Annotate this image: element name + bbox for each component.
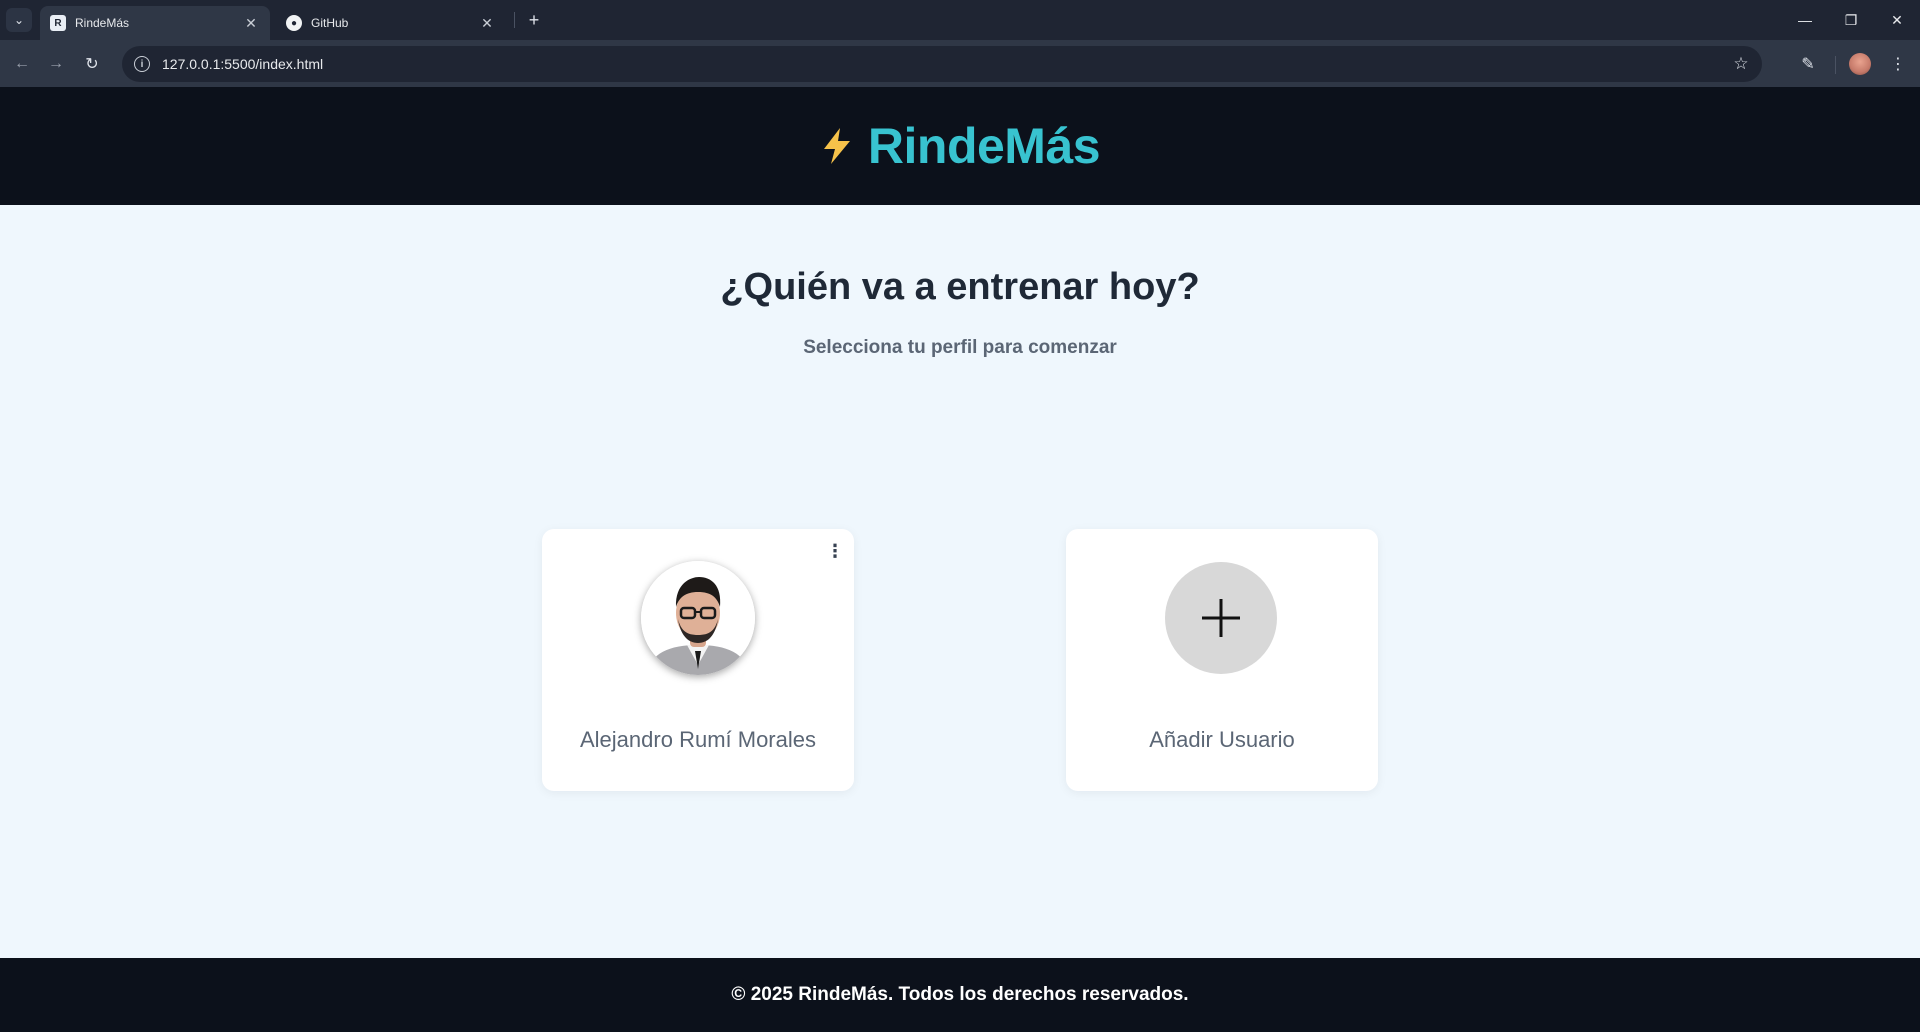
tab-list-button[interactable]: ⌄ (6, 8, 32, 32)
forward-icon: → (48, 55, 64, 72)
site-header: RindeMás (0, 87, 1920, 205)
browser-menu-button[interactable]: ⋮ (1884, 50, 1912, 78)
reload-icon: ↻ (85, 56, 99, 73)
brand-logo[interactable]: RindeMás (820, 117, 1101, 175)
plus-icon: + (528, 9, 540, 30)
profile-photo (641, 561, 755, 675)
footer-text: © 2025 RindeMás. Todos los derechos rese… (731, 984, 1189, 1005)
new-tab-button[interactable]: + (520, 8, 548, 32)
address-bar[interactable]: i 127.0.0.1:5500/index.html ☆ (122, 46, 1762, 82)
page-title: ¿Quién va a entrenar hoy? (720, 266, 1200, 308)
close-icon[interactable]: ✕ (242, 14, 260, 32)
site-footer: © 2025 RindeMás. Todos los derechos rese… (0, 958, 1920, 1032)
profile-button[interactable] (1846, 50, 1874, 78)
profile-options-button[interactable]: ⋮ (826, 539, 844, 563)
forward-button[interactable]: → (42, 50, 70, 78)
avatar (1849, 53, 1871, 75)
kebab-menu-icon: ⋮ (826, 540, 844, 561)
browser-tab-strip: ⌄ R RindeMás ✕ ● GitHub ✕ + — ❐ ✕ (0, 0, 1920, 40)
back-icon: ← (14, 55, 30, 72)
close-icon: ✕ (1891, 11, 1903, 28)
rindemas-favicon-icon: R (50, 15, 66, 31)
tab-rindemas[interactable]: R RindeMás ✕ (40, 6, 270, 40)
add-user-button[interactable] (1165, 562, 1277, 674)
extensions-icon: ✎ (1801, 56, 1815, 73)
add-user-card[interactable]: Añadir Usuario (1066, 529, 1378, 791)
extensions-button[interactable]: ✎ (1794, 50, 1822, 78)
minimize-button[interactable]: — (1782, 0, 1828, 40)
kebab-menu-icon: ⋮ (1890, 56, 1906, 73)
browser-toolbar: ← → ↻ i 127.0.0.1:5500/index.html ☆ ✎ ⋮ (0, 40, 1920, 87)
address-url[interactable]: 127.0.0.1:5500/index.html (162, 56, 1726, 72)
restore-button[interactable]: ❐ (1828, 0, 1874, 40)
minimize-icon: — (1798, 12, 1812, 28)
close-icon[interactable]: ✕ (478, 14, 496, 32)
person-photo-icon (641, 561, 755, 675)
reload-button[interactable]: ↻ (78, 50, 106, 78)
toolbar-separator (1835, 56, 1836, 74)
back-button[interactable]: ← (8, 50, 36, 78)
add-user-label: Añadir Usuario (1149, 727, 1295, 752)
star-icon[interactable]: ☆ (1726, 54, 1756, 74)
bolt-icon (823, 128, 850, 164)
chevron-down-icon: ⌄ (13, 13, 25, 27)
tab-separator (514, 12, 515, 28)
brand-name: RindeMás (867, 118, 1101, 174)
tab-title: RindeMás (75, 16, 130, 30)
profile-name: Alejandro Rumí Morales (580, 727, 816, 752)
tab-github[interactable]: ● GitHub ✕ (276, 6, 506, 40)
restore-icon: ❐ (1844, 11, 1858, 28)
plus-icon (1202, 599, 1240, 637)
page-subtitle: Selecciona tu perfil para comenzar (803, 337, 1117, 358)
info-icon[interactable]: i (134, 56, 150, 72)
profile-card[interactable]: ⋮ Alejandro Rumí Morales (542, 529, 854, 791)
tab-title: GitHub (311, 16, 349, 30)
close-window-button[interactable]: ✕ (1874, 0, 1920, 40)
github-favicon-icon: ● (286, 15, 302, 31)
